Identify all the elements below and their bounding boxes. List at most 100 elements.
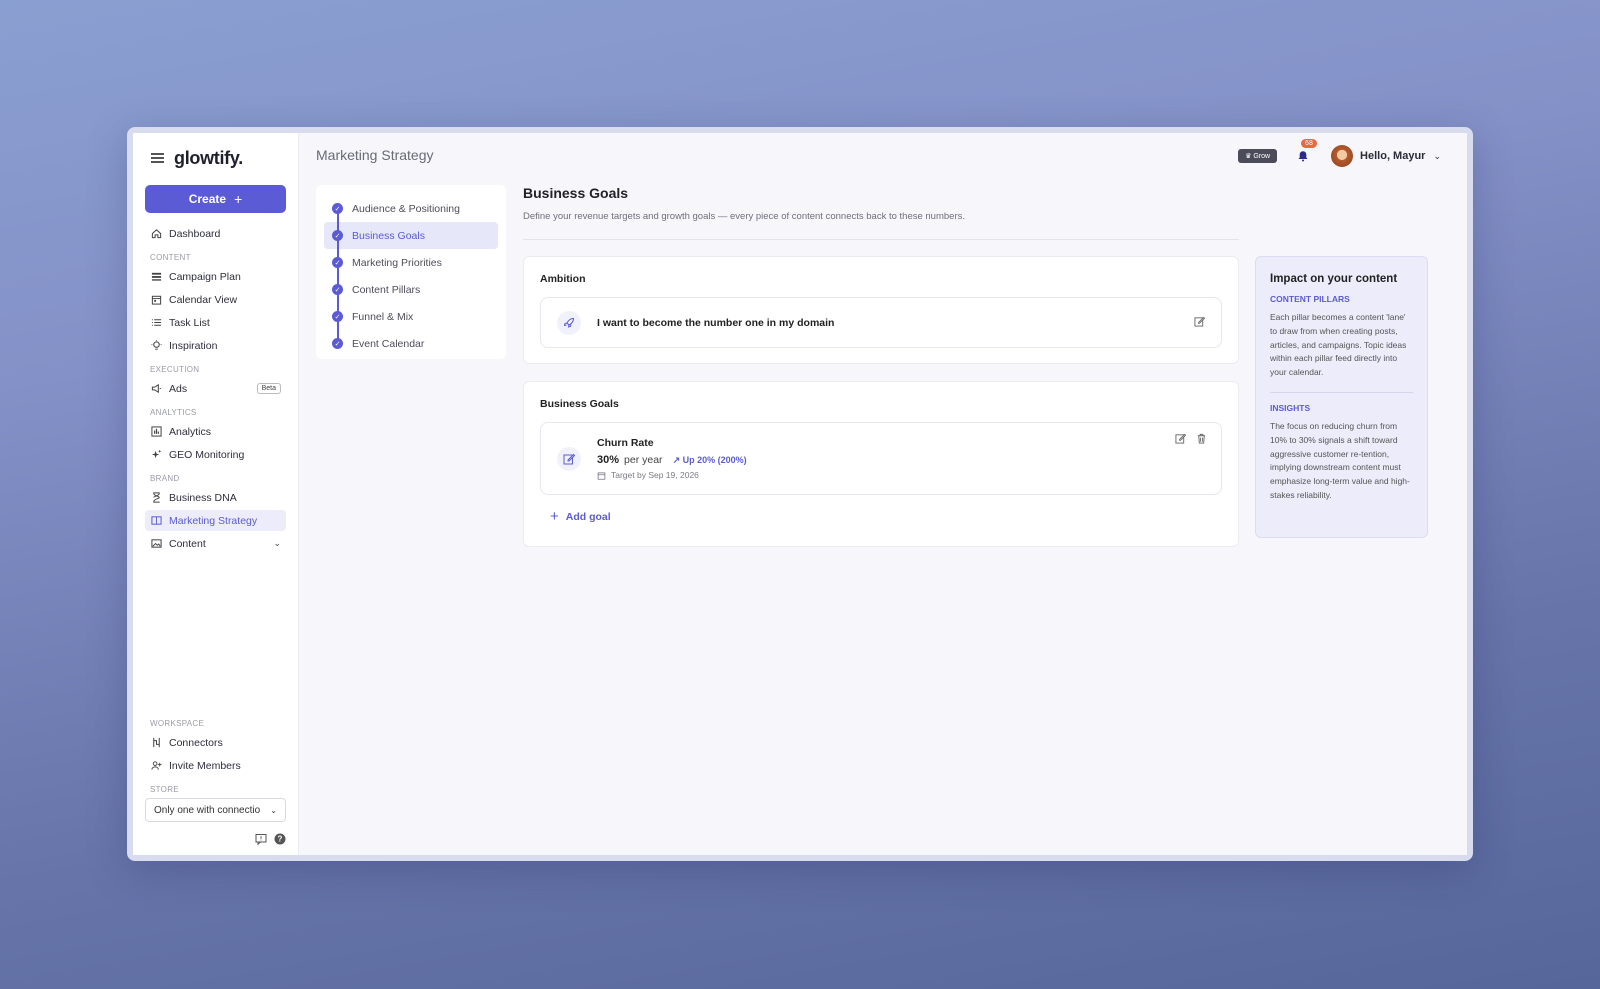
ambition-row[interactable]: I want to become the number one in my do… — [540, 297, 1222, 348]
book-icon — [150, 515, 162, 527]
step-audience-positioning[interactable]: ✓ Audience & Positioning — [324, 195, 498, 222]
step-label: Funnel & Mix — [352, 310, 414, 323]
strategy-steps: ✓ Audience & Positioning ✓ Business Goal… — [316, 185, 506, 359]
sidebar-item-invite-members[interactable]: Invite Members — [145, 755, 286, 776]
sidebar-item-ads[interactable]: Ads Beta — [145, 378, 286, 399]
hourglass-icon — [150, 492, 162, 504]
help-icon[interactable]: ? — [273, 832, 286, 845]
sidebar-item-label: Ads — [169, 382, 188, 395]
workspace-section: WORKSPACE Connectors Invite Members STOR… — [145, 710, 286, 845]
feedback-icon[interactable] — [254, 832, 267, 845]
avatar[interactable] — [1331, 145, 1354, 167]
step-label: Audience & Positioning — [352, 202, 460, 215]
section-brand: BRAND — [150, 474, 180, 483]
chevron-down-icon[interactable]: ⌄ — [1433, 151, 1441, 162]
connector-icon — [150, 737, 162, 749]
section-store: STORE — [150, 785, 179, 794]
check-icon: ✓ — [332, 284, 343, 295]
list-icon — [150, 317, 162, 329]
check-icon: ✓ — [332, 203, 343, 214]
app-frame: glowtify. Create + Dashboard CONTENT Cam… — [133, 133, 1467, 855]
notifications-button[interactable]: 68 — [1295, 139, 1317, 164]
sidebar-item-content[interactable]: Content ⌄ — [145, 533, 286, 554]
stack-icon — [150, 271, 162, 283]
check-icon: ✓ — [332, 311, 343, 322]
sidebar-item-marketing-strategy[interactable]: Marketing Strategy — [145, 510, 286, 531]
sidebar-item-dashboard[interactable]: Dashboard — [145, 223, 286, 244]
edit-icon — [557, 446, 581, 471]
megaphone-icon — [150, 383, 162, 395]
goal-value-row: 30% per year ↗ Up 20% (200%) — [597, 454, 747, 466]
bar-chart-icon — [150, 426, 162, 438]
section-subtitle: Define your revenue targets and growth g… — [523, 211, 966, 222]
divider — [1270, 391, 1413, 393]
sidebar-item-business-dna[interactable]: Business DNA — [145, 487, 286, 508]
step-marketing-priorities[interactable]: ✓ Marketing Priorities — [324, 249, 498, 276]
section-title: Business Goals — [523, 185, 629, 201]
goals-card: Business Goals Churn Rate 30% per year ↗… — [523, 381, 1239, 547]
step-label: Business Goals — [352, 229, 425, 242]
home-icon — [150, 228, 162, 240]
sidebar-item-geo-monitoring[interactable]: GEO Monitoring — [145, 444, 286, 465]
chevron-down-icon[interactable]: ⌄ — [273, 538, 281, 549]
add-goal-button[interactable]: + Add goal — [550, 508, 1222, 525]
bell-icon — [1298, 151, 1308, 162]
chevron-down-icon: ⌄ — [270, 805, 277, 815]
sidebar-item-campaign-plan[interactable]: Campaign Plan — [145, 266, 286, 287]
section-analytics: ANALYTICS — [150, 408, 197, 417]
goals-title: Business Goals — [540, 398, 619, 410]
plan-badge[interactable]: ♛ Grow — [1238, 149, 1278, 163]
image-icon — [150, 538, 162, 550]
divider — [523, 239, 1239, 240]
sidebar-item-label: Dashboard — [169, 227, 221, 240]
goal-target-text: Target by Sep 19, 2026 — [611, 470, 699, 480]
impact-panel: Impact on your content CONTENT PILLARS E… — [1255, 256, 1428, 538]
check-icon: ✓ — [332, 257, 343, 268]
main-area: Marketing Strategy ♛ Grow 68 Hello, Mayu… — [299, 133, 1467, 855]
step-business-goals[interactable]: ✓ Business Goals — [324, 222, 498, 249]
goal-item[interactable]: Churn Rate 30% per year ↗ Up 20% (200%) … — [540, 422, 1222, 495]
step-event-calendar[interactable]: ✓ Event Calendar — [324, 330, 498, 357]
impact-pillars-text: Each pillar becomes a content 'lane' to … — [1270, 312, 1407, 378]
goal-unit: per year — [624, 454, 663, 466]
sidebar-item-connectors[interactable]: Connectors — [145, 732, 286, 753]
user-greeting[interactable]: Hello, Mayur — [1360, 150, 1425, 162]
impact-title: Impact on your content — [1270, 273, 1398, 285]
create-label: Create — [188, 192, 227, 206]
impact-insights-heading: INSIGHTS — [1270, 402, 1311, 413]
store-select-value: Only one with connectio — [154, 804, 261, 816]
step-funnel-mix[interactable]: ✓ Funnel & Mix — [324, 303, 498, 330]
goal-name: Churn Rate — [597, 437, 654, 449]
sidebar-item-label: Calendar View — [169, 293, 238, 306]
impact-insights-text: The focus on reducing churn from 10% to … — [1270, 420, 1410, 500]
menu-icon[interactable] — [151, 153, 164, 163]
trash-icon[interactable] — [1196, 433, 1207, 447]
store-select[interactable]: Only one with connectio ⌄ — [145, 798, 286, 822]
step-label: Marketing Priorities — [352, 256, 442, 269]
goal-trend: ↗ Up 20% (200%) — [672, 455, 747, 465]
section-content: CONTENT — [150, 253, 191, 262]
plus-icon: + — [550, 508, 559, 525]
sidebar-item-label: Inspiration — [169, 339, 218, 352]
sidebar-item-label: Invite Members — [169, 759, 241, 772]
brand-row: glowtify. — [151, 145, 286, 171]
edit-icon[interactable] — [1175, 433, 1187, 447]
sidebar-item-analytics[interactable]: Analytics — [145, 421, 286, 442]
header-actions: ♛ Grow 68 Hello, Mayur ⌄ — [1238, 139, 1441, 167]
edit-icon[interactable] — [1194, 316, 1206, 330]
sidebar-item-label: Analytics — [169, 425, 212, 438]
sidebar-item-task-list[interactable]: Task List — [145, 312, 286, 333]
goal-target: Target by Sep 19, 2026 — [597, 470, 747, 480]
sidebar-item-inspiration[interactable]: Inspiration — [145, 335, 286, 356]
sidebar-item-calendar-view[interactable]: Calendar View — [145, 289, 286, 310]
check-icon: ✓ — [332, 230, 343, 241]
notification-count: 68 — [1301, 139, 1317, 148]
create-button[interactable]: Create + — [145, 185, 286, 213]
page-title: Marketing Strategy — [316, 147, 434, 163]
plan-badge-label: Grow — [1253, 153, 1271, 160]
footer-icons: ? — [145, 832, 286, 845]
sidebar-item-label: Task List — [169, 316, 210, 329]
step-content-pillars[interactable]: ✓ Content Pillars — [324, 276, 498, 303]
section-workspace: WORKSPACE — [150, 719, 205, 728]
rocket-icon — [557, 310, 581, 335]
